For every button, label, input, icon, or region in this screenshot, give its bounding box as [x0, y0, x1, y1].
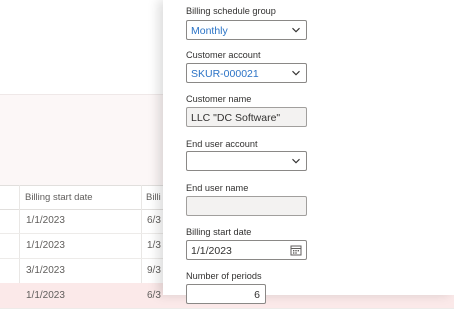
billing-start-date-input[interactable]: 1/1/2023	[186, 240, 307, 260]
end-user-name-field	[186, 196, 307, 216]
end-user-account-dropdown[interactable]	[186, 151, 307, 171]
end-user-name-label: End user name	[186, 183, 249, 193]
customer-name-value: LLC "DC Software"	[191, 112, 281, 124]
billing-schedule-side-panel: Billing schedule group Monthly Customer …	[163, 0, 454, 304]
customer-account-label: Customer account	[186, 50, 261, 60]
column-header-billing-end-date[interactable]: Billi	[146, 192, 161, 203]
cell-billing-end-date: 9/3	[147, 265, 161, 276]
end-user-account-label: End user account	[186, 139, 258, 149]
cell-billing-end-date: 1/3	[147, 240, 161, 251]
cell-billing-start-date: 1/1/2023	[26, 215, 65, 226]
customer-name-label: Customer name	[186, 94, 252, 104]
billing-start-date-value: 1/1/2023	[191, 245, 232, 257]
number-of-periods-value: 6	[254, 289, 260, 301]
billing-schedule-group-value: Monthly	[191, 25, 228, 37]
customer-account-value: SKUR-000021	[191, 68, 259, 80]
billing-schedule-group-label: Billing schedule group	[186, 6, 276, 16]
customer-name-field: LLC "DC Software"	[186, 107, 307, 127]
cell-billing-start-date: 3/1/2023	[26, 265, 65, 276]
cell-billing-start-date: 1/1/2023	[26, 290, 65, 301]
number-of-periods-input[interactable]: 6	[186, 284, 266, 304]
calendar-icon[interactable]	[290, 244, 302, 256]
column-header-billing-start-date[interactable]: Billing start date	[25, 192, 93, 203]
customer-account-dropdown[interactable]: SKUR-000021	[186, 63, 307, 83]
chevron-down-icon[interactable]	[291, 25, 301, 35]
billing-schedule-group-dropdown[interactable]: Monthly	[186, 20, 307, 40]
cell-billing-end-date: 6/3	[147, 290, 161, 301]
chevron-down-icon[interactable]	[291, 68, 301, 78]
cell-billing-start-date: 1/1/2023	[26, 240, 65, 251]
cell-billing-end-date: 6/3	[147, 215, 161, 226]
chevron-down-icon[interactable]	[291, 156, 301, 166]
billing-start-date-label: Billing start date	[186, 227, 252, 237]
number-of-periods-label: Number of periods	[186, 271, 262, 281]
